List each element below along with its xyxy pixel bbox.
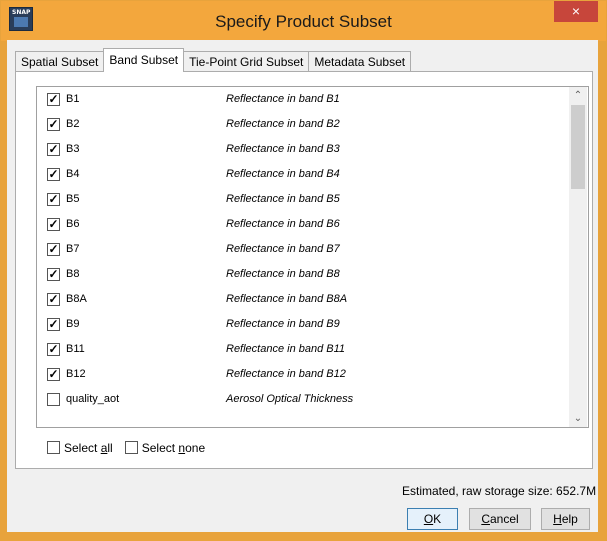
band-name: B11	[66, 343, 85, 355]
band-row[interactable]: ✓ B12 Reflectance in band B12	[37, 363, 569, 388]
band-name: B3	[66, 143, 80, 155]
select-none-checkbox[interactable]: Select none	[124, 440, 206, 455]
band-checkbox[interactable]: ✓	[47, 118, 60, 131]
checkbox-icon[interactable]	[124, 441, 138, 454]
band-name: B2	[66, 118, 80, 130]
band-row[interactable]: ✓ B8A Reflectance in band B8A	[37, 288, 569, 313]
band-list[interactable]: ✓ B1 Reflectance in band B1 ✓ B2 Reflectance …	[36, 86, 589, 428]
cancel-button[interactable]: Cancel	[469, 508, 531, 530]
tab-band-subset[interactable]: Band Subset	[103, 48, 185, 72]
band-row[interactable]: ✓ B7 Reflectance in band B7	[37, 238, 569, 263]
band-checkbox[interactable]: ✓	[47, 268, 60, 281]
band-name: B7	[66, 243, 80, 255]
band-row[interactable]: ✓ B8 Reflectance in band B8	[37, 263, 569, 288]
band-checkbox[interactable]: ✓	[47, 168, 60, 181]
help-button[interactable]: Help	[541, 508, 590, 530]
band-row[interactable]: ✓ B2 Reflectance in band B2	[37, 113, 569, 138]
band-name: B4	[66, 168, 80, 180]
band-name: quality_aot	[66, 393, 120, 405]
tab-tie-point-grid-subset[interactable]: Tie-Point Grid Subset	[183, 51, 310, 72]
band-name: B8A	[66, 293, 87, 305]
scroll-down-icon[interactable]: ⌄	[569, 410, 587, 427]
band-name: B5	[66, 193, 80, 205]
band-checkbox[interactable]	[47, 393, 60, 406]
band-description: Reflectance in band B7	[226, 243, 340, 255]
band-name: B9	[66, 318, 80, 330]
band-description: Reflectance in band B11	[226, 343, 346, 355]
ok-button[interactable]: OK	[407, 508, 458, 530]
band-name: B1	[66, 93, 80, 105]
band-description: Reflectance in band B8A	[226, 293, 348, 305]
band-name: B8	[66, 268, 80, 280]
band-name: B6	[66, 218, 80, 230]
band-description: Reflectance in band B4	[226, 168, 340, 180]
selection-controls: Select all Select none	[47, 440, 217, 455]
select-all-checkbox[interactable]: Select all	[47, 441, 113, 455]
band-description: Reflectance in band B8	[226, 268, 340, 280]
band-checkbox[interactable]: ✓	[47, 343, 60, 356]
band-checkbox[interactable]: ✓	[47, 368, 60, 381]
band-description: Reflectance in band B5	[226, 193, 340, 205]
band-description: Reflectance in band B1	[226, 93, 340, 105]
band-row[interactable]: ✓ B5 Reflectance in band B5	[37, 188, 569, 213]
band-checkbox[interactable]: ✓	[47, 293, 60, 306]
window-title: Specify Product Subset	[215, 12, 392, 31]
tab-bar: Spatial Subset Band Subset Tie-Point Gri…	[15, 48, 412, 72]
band-description: Reflectance in band B9	[226, 318, 340, 330]
band-row[interactable]: ✓ B1 Reflectance in band B1	[37, 88, 569, 113]
band-row[interactable]: ✓ B4 Reflectance in band B4	[37, 163, 569, 188]
band-checkbox[interactable]: ✓	[47, 93, 60, 106]
band-row[interactable]: quality_aot Aerosol Optical Thickness	[37, 388, 569, 413]
band-checkbox[interactable]: ✓	[47, 143, 60, 156]
band-checkbox[interactable]: ✓	[47, 218, 60, 231]
band-name: B12	[66, 368, 86, 380]
band-description: Reflectance in band B12	[226, 368, 346, 380]
select-none-label: Select none	[141, 440, 206, 455]
tab-spatial-subset[interactable]: Spatial Subset	[15, 51, 105, 72]
band-description: Reflectance in band B6	[226, 218, 340, 230]
scroll-up-icon[interactable]: ⌃	[569, 87, 587, 104]
title-bar[interactable]: SNAP Specify Product Subset ×	[1, 1, 606, 41]
band-description: Reflectance in band B2	[226, 118, 340, 130]
close-button[interactable]: ×	[554, 1, 598, 22]
band-checkbox[interactable]: ✓	[47, 318, 60, 331]
band-checkbox[interactable]: ✓	[47, 243, 60, 256]
band-row[interactable]: ✓ B11 Reflectance in band B11	[37, 338, 569, 363]
band-description: Aerosol Optical Thickness	[226, 393, 354, 405]
band-row[interactable]: ✓ B9 Reflectance in band B9	[37, 313, 569, 338]
scrollbar-thumb[interactable]	[571, 105, 585, 189]
band-row[interactable]: ✓ B3 Reflectance in band B3	[37, 138, 569, 163]
vertical-scrollbar[interactable]: ⌃ ⌄	[569, 87, 587, 427]
estimated-storage-size: Estimated, raw storage size: 652.7M	[402, 484, 597, 498]
band-checkbox[interactable]: ✓	[47, 193, 60, 206]
band-row[interactable]: ✓ B6 Reflectance in band B6	[37, 213, 569, 238]
select-all-label: Select all	[64, 440, 113, 455]
band-description: Reflectance in band B3	[226, 143, 340, 155]
tab-metadata-subset[interactable]: Metadata Subset	[308, 51, 412, 72]
checkbox-icon[interactable]	[47, 441, 60, 454]
